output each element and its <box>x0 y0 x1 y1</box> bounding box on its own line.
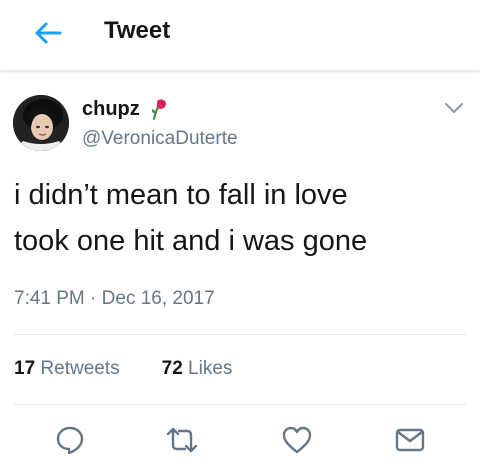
action-bar <box>0 420 480 460</box>
tweet-line: i didn’t mean to fall in love <box>14 179 348 211</box>
tweet-timestamp: 7:41 PM · Dec 16, 2017 <box>14 288 215 310</box>
like-button[interactable] <box>277 420 317 460</box>
tweet-time: 7:41 PM <box>14 288 85 309</box>
top-bar: Tweet <box>0 0 480 70</box>
tweet-text: i didn’t mean to fall in love took one h… <box>14 172 474 264</box>
retweets-label: Retweets <box>40 358 120 379</box>
retweets-count: 17 <box>14 358 36 379</box>
likes-label: Likes <box>188 358 233 379</box>
page-title: Tweet <box>104 17 171 44</box>
likes-stat[interactable]: 72 Likes <box>162 358 233 380</box>
back-button[interactable] <box>30 18 66 48</box>
like-heart-icon <box>282 426 312 454</box>
arrow-left-icon <box>35 22 62 44</box>
reply-button[interactable] <box>50 420 90 460</box>
divider <box>14 334 466 335</box>
retweet-button[interactable] <box>162 420 202 460</box>
wilted-rose-icon <box>148 97 170 121</box>
tweet-stats: 17 Retweets 72 Likes <box>14 358 232 380</box>
tweet-date[interactable]: Dec 16, 2017 <box>102 288 215 309</box>
direct-message-icon <box>395 428 425 452</box>
retweets-stat[interactable]: 17 Retweets <box>14 358 120 380</box>
author-name-row: chupz <box>82 97 170 121</box>
more-options-button[interactable] <box>440 98 468 118</box>
likes-count: 72 <box>161 358 183 379</box>
direct-message-button[interactable] <box>390 420 430 460</box>
tweet-line: took one hit and i was gone <box>14 225 368 257</box>
display-name[interactable]: chupz <box>82 98 140 121</box>
user-handle[interactable]: @VeronicaDuterte <box>82 128 238 150</box>
retweet-icon <box>166 427 198 453</box>
avatar[interactable] <box>13 95 69 151</box>
meta-separator: · <box>84 288 102 309</box>
chevron-down-icon <box>445 103 463 113</box>
divider <box>14 404 466 405</box>
reply-icon <box>56 426 84 455</box>
avatar-image <box>13 95 69 151</box>
